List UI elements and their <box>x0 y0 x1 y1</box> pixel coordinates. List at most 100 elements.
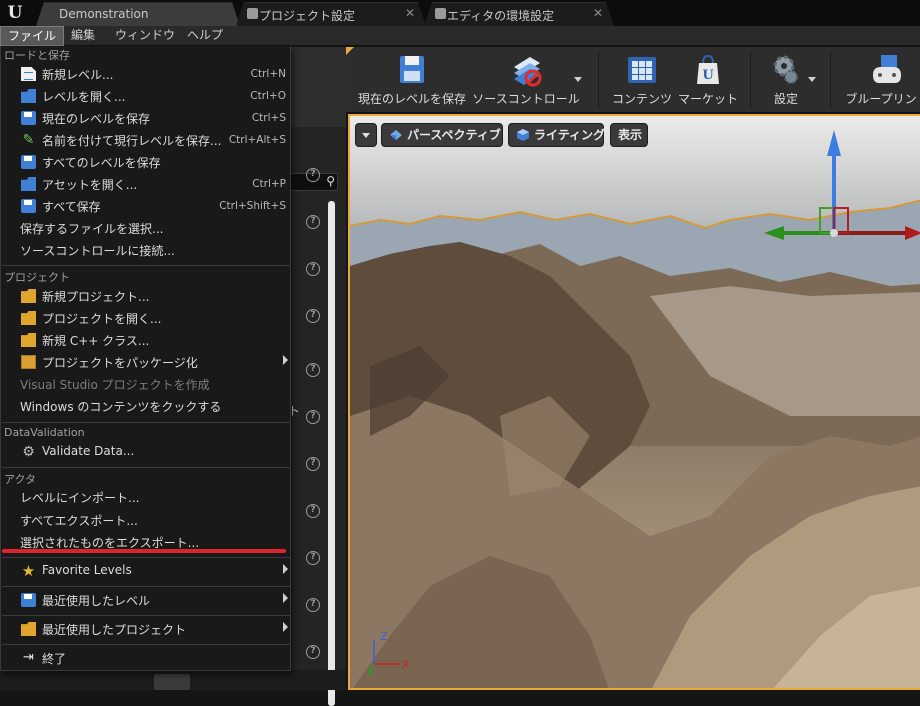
menu-item-choose-files-to-save[interactable]: 保存するファイルを選択... <box>2 217 290 239</box>
axis-indicator: Z X <box>367 630 410 674</box>
menu-item-label: Validate Data... <box>42 444 135 458</box>
help-icon[interactable]: ? <box>306 598 320 612</box>
menu-item-exit[interactable]: ⇥ 終了 <box>2 647 290 669</box>
highlight-underline-annotation <box>2 549 286 553</box>
menu-item-label: Windows のコンテンツをクックする <box>20 400 222 414</box>
submenu-arrow-icon <box>283 593 288 603</box>
menu-edit[interactable]: 編集 <box>64 26 102 46</box>
content-button[interactable]: コンテンツ <box>608 47 676 113</box>
menu-item-label: レベルにインポート... <box>20 491 140 505</box>
help-icon[interactable]: ? <box>306 410 320 424</box>
help-icon[interactable]: ? <box>306 168 320 182</box>
menu-item-new-cpp-class[interactable]: 新規 C++ クラス... <box>2 329 290 351</box>
menu-item-save-current-level[interactable]: 現在のレベルを保存 Ctrl+S <box>2 107 290 129</box>
menu-item-favorite-levels[interactable]: ★ Favorite Levels <box>2 560 290 582</box>
menu-item-import-into-level[interactable]: レベルにインポート... <box>2 486 290 508</box>
exit-door-icon: ⇥ <box>23 650 34 665</box>
close-icon[interactable]: ✕ <box>593 6 603 20</box>
menu-item-label: 現在のレベルを保存 <box>42 112 151 126</box>
settings-button[interactable]: 設定 <box>758 47 814 113</box>
shortcut-label: Ctrl+N <box>250 68 286 80</box>
menu-item-save-current-as[interactable]: ✎ 名前を付けて現行レベルを保存... Ctrl+Alt+S <box>2 129 290 151</box>
menu-item-label: 保存するファイルを選択... <box>20 222 164 236</box>
menu-item-connect-source-control[interactable]: ソースコントロールに接続... <box>2 239 290 261</box>
help-icon[interactable]: ? <box>306 215 320 229</box>
help-icon[interactable]: ? <box>306 457 320 471</box>
svg-text:U: U <box>702 68 714 83</box>
blueprints-button[interactable]: ブループリント <box>842 47 920 113</box>
shortcut-label: Ctrl+Alt+S <box>228 134 286 146</box>
menu-item-export-all[interactable]: すべてエクスポート... <box>2 509 290 531</box>
tab-demonstration[interactable]: Demonstration <box>36 2 240 26</box>
close-icon[interactable]: ✕ <box>405 6 415 20</box>
menu-item-label: ソースコントロールに接続... <box>20 244 175 258</box>
menu-item-validate-data[interactable]: ⚙ Validate Data... <box>2 441 290 463</box>
submenu-arrow-icon <box>283 564 288 574</box>
menu-item-open-asset[interactable]: アセットを開く... Ctrl+P <box>2 173 290 195</box>
menu-item-label: 最近使用したレベル <box>42 594 151 608</box>
menu-separator <box>2 557 290 558</box>
menu-separator <box>2 644 290 645</box>
new-project-icon <box>21 289 36 303</box>
menu-help[interactable]: ヘルプ <box>180 26 230 46</box>
menu-item-label: すべてエクスポート... <box>20 514 138 528</box>
menu-item-cook-windows[interactable]: Windows のコンテンツをクックする <box>2 395 290 417</box>
chevron-down-icon[interactable] <box>574 77 582 82</box>
menu-window[interactable]: ウィンドウ <box>108 26 182 46</box>
validate-icon: ⚙ <box>22 444 35 460</box>
toolbar-label: 設定 <box>773 92 798 106</box>
shortcut-label: Ctrl+S <box>251 112 286 124</box>
section-header-actor: アクタ <box>4 473 37 486</box>
section-header-load-save: ロードと保存 <box>4 49 70 62</box>
menu-item-open-level[interactable]: レベルを開く... Ctrl+O <box>2 85 290 107</box>
menu-item-open-project[interactable]: プロジェクトを開く... <box>2 307 290 329</box>
axis-z-label: Z <box>380 630 388 643</box>
help-icon[interactable]: ? <box>306 551 320 565</box>
menu-item-label: Favorite Levels <box>42 563 132 577</box>
menu-item-save-all-levels[interactable]: すべてのレベルを保存 <box>2 151 290 173</box>
source-control-button[interactable]: ソースコントロール <box>470 47 582 113</box>
title-bar: U Demonstration プロジェクト設定 ✕ エディタの環境設定 ✕ <box>0 0 920 26</box>
menu-item-create-vs-project: Visual Studio プロジェクトを作成 <box>2 373 290 395</box>
menu-item-label: 新規レベル... <box>42 68 114 82</box>
chevron-down-icon[interactable] <box>808 77 816 82</box>
marketplace-button[interactable]: U マーケット <box>676 47 740 113</box>
help-icon[interactable]: ? <box>306 309 320 323</box>
help-icon[interactable]: ? <box>306 645 320 659</box>
unreal-logo-icon[interactable]: U <box>4 2 26 24</box>
menu-item-package-project[interactable]: プロジェクトをパッケージ化 <box>2 351 290 373</box>
menu-item-save-all[interactable]: すべて保存 Ctrl+Shift+S <box>2 195 290 217</box>
tab-editor-preferences[interactable]: エディタの環境設定 ✕ <box>424 2 614 26</box>
help-icon[interactable]: ? <box>306 504 320 518</box>
menu-separator <box>2 467 290 468</box>
toolbar-label: マーケット <box>677 92 738 106</box>
menu-item-recent-levels[interactable]: 最近使用したレベル <box>2 589 290 611</box>
menu-item-label: すべてのレベルを保存 <box>42 156 161 170</box>
help-icon[interactable]: ? <box>306 363 320 377</box>
menu-item-label: アセットを開く... <box>42 178 138 192</box>
menu-item-recent-projects[interactable]: 最近使用したプロジェクト <box>2 618 290 640</box>
floppy-disk-icon <box>21 199 36 213</box>
menu-item-label: 終了 <box>42 652 67 666</box>
menu-item-new-level[interactable]: 新規レベル... Ctrl+N <box>2 63 290 85</box>
help-icon[interactable]: ? <box>306 262 320 276</box>
main-toolbar: 現在のレベルを保存 ソースコントロール コンテンツ U マーケット 設定 ブルー… <box>346 47 920 113</box>
floppy-disk-icon <box>21 111 36 125</box>
settings-tab-icon <box>247 8 258 19</box>
open-project-icon <box>21 311 36 325</box>
footer-button[interactable] <box>154 674 190 690</box>
section-header-data-validation: DataValidation <box>4 426 85 439</box>
content-browser-icon <box>628 57 656 83</box>
menu-item-label: 新規プロジェクト... <box>42 290 150 304</box>
scrollbar[interactable] <box>328 201 335 706</box>
level-viewport[interactable]: パースペクティブ ライティング 表示 Z X <box>348 114 920 690</box>
open-level-icon <box>21 89 36 103</box>
save-current-level-button[interactable]: 現在のレベルを保存 <box>350 47 474 113</box>
menu-file[interactable]: ファイル <box>0 26 65 46</box>
panel-footer <box>0 670 346 690</box>
menu-item-new-project[interactable]: 新規プロジェクト... <box>2 285 290 307</box>
menu-item-label: プロジェクトを開く... <box>42 312 162 326</box>
tab-project-settings[interactable]: プロジェクト設定 ✕ <box>236 2 426 26</box>
star-icon: ★ <box>21 562 36 580</box>
tab-label: Demonstration <box>59 7 149 21</box>
